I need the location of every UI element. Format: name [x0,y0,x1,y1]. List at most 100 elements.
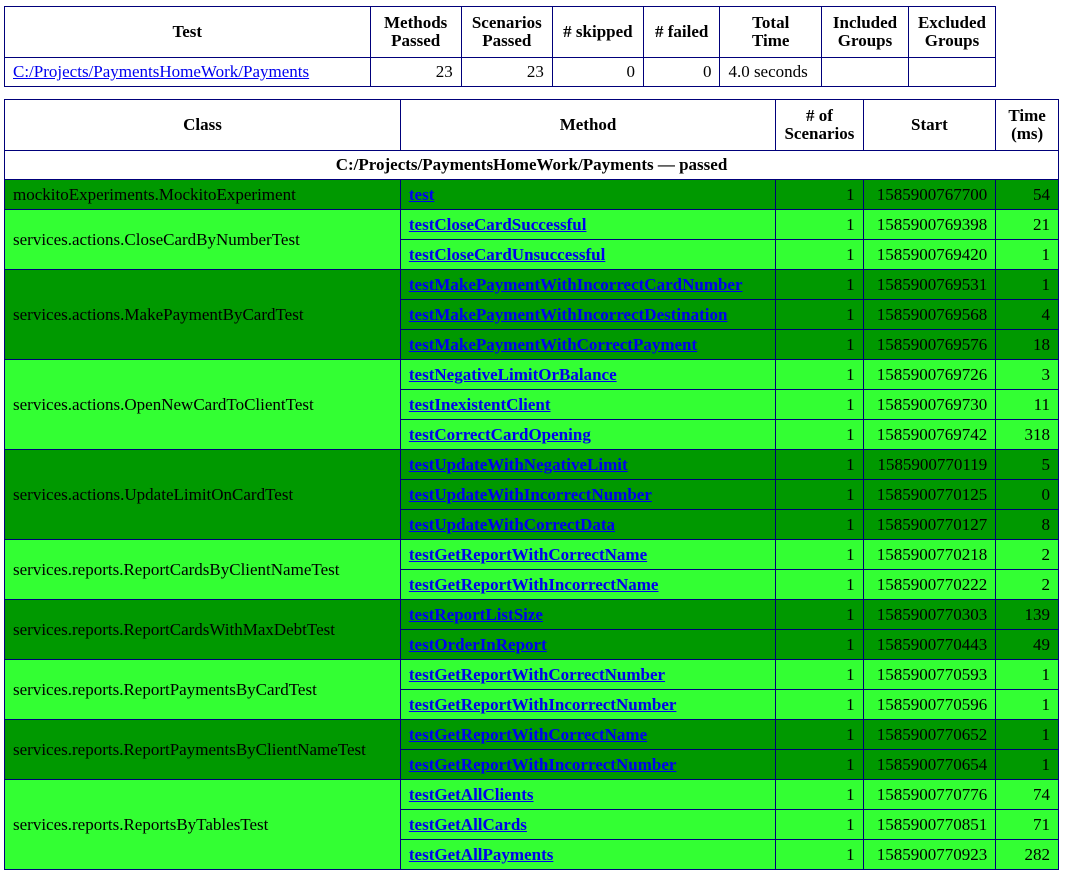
summary-header-text: Excluded Groups [917,13,986,50]
result-row: services.actions.UpdateLimitOnCardTest te… [4,449,1059,540]
method-cell: testMakePaymentWithIncorrectDestination [399,299,777,330]
suite-header-row: C:/Projects/PaymentsHomeWork/Payments — … [4,150,1059,180]
scenarios-cell: 1 [775,509,864,540]
method-link[interactable]: testNegativeLimitOrBalance [409,365,617,384]
summary-header-text: Total Time [752,13,790,50]
start-cell: 1585900769531 [862,269,997,300]
summary-header-failed: # failed [642,6,721,58]
method-link[interactable]: testCloseCardSuccessful [409,215,587,234]
summary-included-groups [821,57,909,87]
time-cell: 49 [995,629,1059,660]
result-row: services.actions.MakePaymentByCardTest te… [4,269,1059,360]
start-cell: 1585900769730 [862,389,997,420]
method-link[interactable]: testCloseCardUnsuccessful [409,245,605,264]
scenarios-cell: 1 [775,599,864,630]
results-table: Class Method # of Scenarios Start Time (… [4,99,1059,870]
method-cell: testGetReportWithIncorrectNumber [399,689,777,720]
method-cell: testCorrectCardOpening [399,419,777,450]
method-cell: testGetReportWithIncorrectNumber [399,749,777,780]
method-cell: testUpdateWithIncorrectNumber [399,479,777,510]
method-link[interactable]: testGetReportWithCorrectNumber [409,665,665,684]
start-cell: 1585900770596 [862,689,997,720]
time-cell: 54 [995,179,1059,210]
start-cell: 1585900770593 [862,659,997,690]
method-cell: testUpdateWithCorrectData [399,509,777,540]
method-cell: testGetReportWithIncorrectName [399,569,777,600]
method-cell: testReportListSize [399,599,777,630]
time-cell: 1 [995,689,1059,720]
summary-scenarios-passed: 23 [460,57,553,87]
class-name-cell: services.reports.ReportsByTablesTest [4,779,401,870]
method-link[interactable]: testUpdateWithCorrectData [409,515,615,534]
summary-test-cell: C:/Projects/PaymentsHomeWork/Payments [4,57,371,87]
method-link[interactable]: testInexistentClient [409,395,551,414]
scenarios-cell: 1 [775,329,864,360]
time-cell: 139 [995,599,1059,630]
method-cell: testNegativeLimitOrBalance [399,359,777,390]
class-name-cell: services.actions.MakePaymentByCardTest [4,269,401,360]
scenarios-cell: 1 [775,419,864,450]
summary-test-link[interactable]: C:/Projects/PaymentsHomeWork/Payments [13,62,309,81]
summary-table: Test Methods Passed Scenarios Passed # s… [4,6,997,87]
result-row: services.reports.ReportPaymentsByClientN… [4,719,1059,780]
time-cell: 5 [995,449,1059,480]
time-cell: 3 [995,359,1059,390]
method-link[interactable]: testGetAllPayments [409,845,553,864]
results-header-scenarios: # of Scenarios [775,99,864,151]
class-name-cell: mockitoExperiments.MockitoExperiment [4,179,401,210]
method-link[interactable]: testOrderInReport [409,635,547,654]
method-cell: testGetReportWithCorrectName [399,719,777,750]
time-cell: 1 [995,239,1059,270]
method-link[interactable]: testMakePaymentWithCorrectPayment [409,335,697,354]
start-cell: 1585900770851 [862,809,997,840]
start-cell: 1585900767700 [862,179,997,210]
result-row: mockitoExperiments.MockitoExperiment test… [4,179,1059,210]
method-link[interactable]: testGetReportWithIncorrectNumber [409,755,677,774]
start-cell: 1585900770776 [862,779,997,810]
time-cell: 1 [995,659,1059,690]
summary-header-text: Methods Passed [384,13,448,50]
start-cell: 1585900770923 [862,839,997,870]
method-link[interactable]: testUpdateWithIncorrectNumber [409,485,652,504]
method-link[interactable]: testGetReportWithIncorrectNumber [409,695,677,714]
start-cell: 1585900770443 [862,629,997,660]
start-cell: 1585900770652 [862,719,997,750]
time-cell: 282 [995,839,1059,870]
class-name-cell: services.actions.OpenNewCardToClientTest [4,359,401,450]
method-link[interactable]: testGetAllClients [409,785,534,804]
start-cell: 1585900770222 [862,569,997,600]
summary-row: C:/Projects/PaymentsHomeWork/Payments 23… [4,57,997,87]
start-cell: 1585900770218 [862,539,997,570]
summary-header-test: Test [4,6,371,58]
method-link[interactable]: testMakePaymentWithIncorrectCardNumber [409,275,743,294]
method-link[interactable]: testGetReportWithIncorrectName [409,575,659,594]
method-cell: testGetAllPayments [399,839,777,870]
result-row: services.reports.ReportsByTablesTest test… [4,779,1059,870]
method-link[interactable]: testReportListSize [409,605,543,624]
start-cell: 1585900769576 [862,329,997,360]
method-link[interactable]: testMakePaymentWithIncorrectDestination [409,305,728,324]
scenarios-cell: 1 [775,179,864,210]
scenarios-cell: 1 [775,449,864,480]
start-cell: 1585900769726 [862,359,997,390]
method-cell: testGetAllCards [399,809,777,840]
method-link[interactable]: testUpdateWithNegativeLimit [409,455,628,474]
suite-title: C:/Projects/PaymentsHomeWork/Payments — … [4,150,1059,180]
scenarios-cell: 1 [775,809,864,840]
summary-excluded-groups [907,57,997,87]
method-link[interactable]: test [409,185,434,204]
scenarios-cell: 1 [775,569,864,600]
start-cell: 1585900769420 [862,239,997,270]
method-link[interactable]: testGetAllCards [409,815,527,834]
result-row: services.reports.ReportPaymentsByCardTes… [4,659,1059,720]
start-cell: 1585900770119 [862,449,997,480]
method-cell: testCloseCardSuccessful [399,209,777,240]
result-row: services.reports.ReportCardsByClientName… [4,539,1059,600]
time-cell: 8 [995,509,1059,540]
method-cell: testInexistentClient [399,389,777,420]
method-link[interactable]: testGetReportWithCorrectName [409,725,647,744]
method-link[interactable]: testGetReportWithCorrectName [409,545,647,564]
scenarios-cell: 1 [775,299,864,330]
method-link[interactable]: testCorrectCardOpening [409,425,591,444]
method-cell: testMakePaymentWithCorrectPayment [399,329,777,360]
